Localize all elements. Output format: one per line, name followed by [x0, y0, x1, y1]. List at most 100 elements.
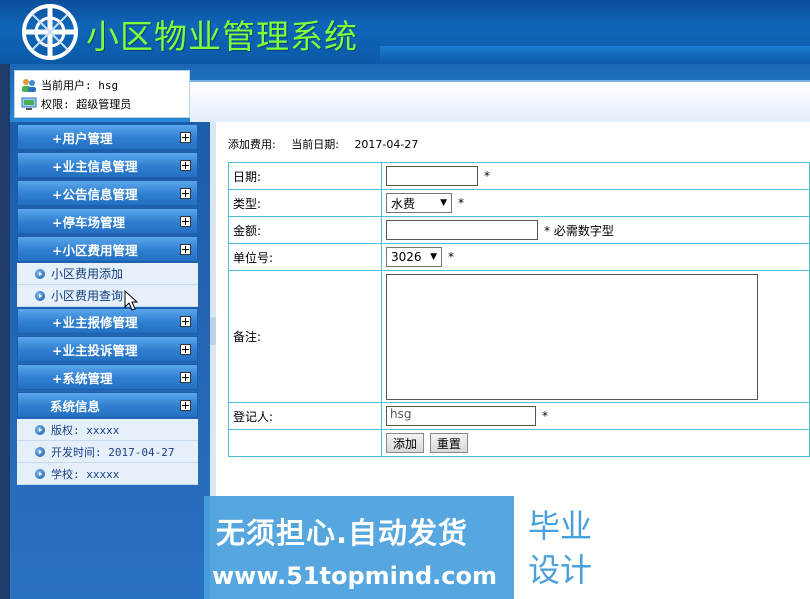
date-label: 日期: [228, 162, 382, 190]
copyright-item: 版权: xxxxx [17, 419, 198, 441]
system-info-list: 版权: xxxxx 开发时间: 2017-04-27 学校: xxxxx [17, 419, 198, 485]
actions-spacer [228, 429, 382, 457]
required-mark: * [542, 409, 548, 423]
amount-cell: * 必需数字型 [381, 216, 810, 244]
watermark-overlay: 无须担心.自动发货 www.51topmind.com 毕业 设计 [204, 496, 606, 599]
expand-icon[interactable] [180, 216, 191, 227]
logo-icon [22, 4, 78, 60]
fee-submenu: 小区费用添加 小区费用查询 [17, 263, 198, 307]
info-label: 版权: xxxxx [51, 423, 120, 437]
menu-parking[interactable]: +停车场管理 [17, 208, 198, 234]
remark-cell [381, 270, 810, 403]
required-mark: * [484, 169, 490, 183]
expand-icon[interactable] [180, 188, 191, 199]
info-label: 开发时间: 2017-04-27 [51, 445, 175, 459]
menu-repairs[interactable]: +业主报修管理 [17, 308, 198, 334]
unit-select-value: 3026 [391, 250, 422, 264]
type-label: 类型: [228, 189, 382, 217]
app-title: 小区物业管理系统 [86, 17, 358, 56]
unit-label: 单位号: [228, 243, 382, 271]
form-row-type: 类型: 水费 ▼ * [228, 189, 810, 217]
users-icon [22, 79, 36, 92]
header-stripe [380, 46, 810, 64]
expand-icon[interactable] [180, 344, 191, 355]
role-row: 权限: 超级管理员 [21, 95, 131, 113]
menu-complaints[interactable]: +业主投诉管理 [17, 336, 198, 362]
menu-label: +业主信息管理 [52, 158, 138, 174]
form-row-unit: 单位号: 3026 ▼ * [228, 243, 810, 271]
submenu-label: 小区费用查询 [51, 289, 124, 303]
required-mark: * [458, 196, 464, 210]
menu-label: 系统信息 [50, 398, 101, 414]
amount-input[interactable] [386, 220, 538, 240]
menu-label: +用户管理 [52, 130, 113, 146]
remark-textarea[interactable] [386, 273, 758, 400]
menu-label: +小区费用管理 [52, 242, 138, 258]
expand-icon[interactable] [180, 316, 191, 327]
submenu-fee-query[interactable]: 小区费用查询 [17, 285, 198, 307]
menu-system-info[interactable]: 系统信息 [17, 392, 198, 418]
user-bar-band [190, 80, 810, 122]
menu-user-management[interactable]: +用户管理 [17, 124, 198, 150]
menu-announcements[interactable]: +公告信息管理 [17, 180, 198, 206]
dev-time-item: 开发时间: 2017-04-27 [17, 441, 198, 463]
menu-label: +业主报修管理 [52, 314, 138, 330]
role-text: 权限: 超级管理员 [41, 98, 132, 111]
menu-system[interactable]: +系统管理 [17, 364, 198, 390]
section-title: 添加费用: [228, 138, 276, 151]
badge-line-2: 设计 [527, 551, 592, 589]
type-select[interactable]: 水费 ▼ [386, 193, 452, 213]
current-date: 2017-04-27 [354, 138, 419, 151]
form-row-amount: 金额: * 必需数字型 [228, 216, 810, 244]
bullet-icon [35, 469, 45, 479]
user-info-panel: 当前用户: hsg 权限: 超级管理员 [14, 70, 190, 118]
school-item: 学校: xxxxx [17, 463, 198, 485]
amount-hint: * 必需数字型 [544, 223, 614, 238]
monitor-icon [21, 97, 37, 110]
required-mark: * [448, 250, 454, 264]
current-user-text: 当前用户: hsg [41, 79, 119, 92]
reset-button[interactable]: 重置 [429, 433, 468, 453]
remark-label: 备注: [228, 270, 382, 403]
registrar-cell: hsg * [381, 402, 810, 430]
submenu-label: 小区费用添加 [51, 267, 124, 281]
menu-owner-info[interactable]: +业主信息管理 [17, 152, 198, 178]
type-select-value: 水费 [391, 196, 416, 211]
watermark-slogan: 无须担心.自动发货 [216, 516, 469, 550]
menu-label: +系统管理 [52, 370, 113, 386]
watermark-badge: 毕业 设计 [514, 496, 606, 599]
unit-select[interactable]: 3026 ▼ [386, 247, 442, 267]
registrar-label: 登记人: [228, 402, 382, 430]
menu-fee-management[interactable]: +小区费用管理 [17, 236, 198, 262]
date-cell: * [381, 162, 810, 190]
menu-label: +业主投诉管理 [52, 342, 138, 358]
expand-icon[interactable] [180, 372, 191, 383]
current-date-label: 当前日期: [291, 138, 339, 151]
expand-icon[interactable] [180, 132, 191, 143]
actions-cell: 添加 重置 [381, 429, 810, 457]
current-user-row: 当前用户: hsg [21, 76, 118, 94]
left-edge [0, 64, 10, 599]
type-cell: 水费 ▼ * [381, 189, 810, 217]
form-row-remark: 备注: [228, 270, 810, 403]
expand-icon[interactable] [180, 400, 191, 411]
form-row-actions: 添加 重置 [228, 429, 810, 457]
expand-icon[interactable] [180, 244, 191, 255]
bullet-icon [35, 269, 45, 279]
registrar-input[interactable]: hsg [386, 406, 536, 426]
menu-label: +停车场管理 [52, 214, 125, 230]
info-label: 学校: xxxxx [51, 467, 120, 481]
date-input[interactable] [386, 166, 478, 186]
submenu-fee-add[interactable]: 小区费用添加 [17, 263, 198, 285]
fee-form: 日期: * 类型: 水费 ▼ * 金额: * 必需数字型 单位号: 3026 ▼ * 备… [228, 162, 810, 457]
bullet-icon [35, 447, 45, 457]
content-header: 添加费用: 当前日期: 2017-04-27 [228, 136, 430, 152]
form-row-date: 日期: * [228, 162, 810, 190]
bullet-icon [35, 291, 45, 301]
form-row-registrar: 登记人: hsg * [228, 402, 810, 430]
menu-label: +公告信息管理 [52, 186, 138, 202]
expand-icon[interactable] [180, 160, 191, 171]
add-button[interactable]: 添加 [386, 433, 425, 453]
mouse-cursor-icon [124, 290, 138, 311]
watermark-url: www.51topmind.com [212, 562, 497, 590]
